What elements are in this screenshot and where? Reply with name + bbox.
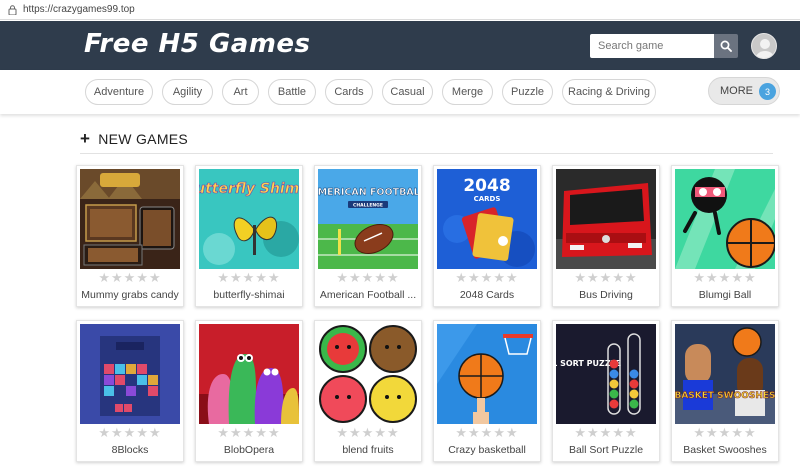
category-merge[interactable]: Merge xyxy=(442,79,493,105)
game-card[interactable]: ★★★★★ Mummy grabs candy xyxy=(76,165,184,307)
thumb-title: BASKET SWOOSHES xyxy=(675,391,775,401)
rating-stars: ★★★★★ xyxy=(455,270,519,285)
category-racing-driving[interactable]: Racing & Driving xyxy=(562,79,656,105)
more-label: MORE xyxy=(720,85,753,97)
game-name[interactable]: butterfly-shimai xyxy=(199,289,299,301)
plus-icon: + xyxy=(80,129,91,148)
game-card[interactable]: ★★★★★ Crazy basketball xyxy=(433,320,541,462)
rating-stars: ★★★★★ xyxy=(98,270,162,285)
game-card[interactable]: ★★★★★ Bus Driving xyxy=(552,165,660,307)
rating-stars: ★★★★★ xyxy=(574,270,638,285)
game-thumbnail[interactable] xyxy=(80,324,180,424)
game-card[interactable]: Butterfly Shimai ★★★★★ butterfly-shimai xyxy=(195,165,303,307)
section-title: NEW GAMES xyxy=(98,131,189,147)
section-header: + NEW GAMES xyxy=(80,129,189,148)
category-adventure[interactable]: Adventure xyxy=(85,79,153,105)
game-name[interactable]: Mummy grabs candy xyxy=(80,289,180,301)
game-card[interactable]: BALL SORT PUZZLE ★★★★★ Ball Sort Puzzle xyxy=(552,320,660,462)
rating-stars: ★★★★★ xyxy=(693,425,757,440)
game-name[interactable]: 8Blocks xyxy=(80,444,180,456)
game-thumbnail[interactable]: BALL SORT PUZZLE xyxy=(556,324,656,424)
site-logo[interactable]: Free H5 Games xyxy=(84,29,311,59)
thumb-title: AMERICAN FOOTBALL xyxy=(318,187,418,198)
game-name[interactable]: Blumgi Ball xyxy=(675,289,775,301)
game-name[interactable]: 2048 Cards xyxy=(437,289,537,301)
thumb-subtitle: CARDS xyxy=(474,195,501,203)
rating-stars: ★★★★★ xyxy=(336,425,400,440)
game-name[interactable]: BlobOpera xyxy=(199,444,299,456)
category-casual[interactable]: Casual xyxy=(382,79,433,105)
rating-stars: ★★★★★ xyxy=(98,425,162,440)
site-header: Free H5 Games xyxy=(0,21,800,70)
more-button[interactable]: MORE 3 xyxy=(708,77,780,105)
thumb-subtitle: CHALLENGE xyxy=(353,203,383,209)
game-thumbnail[interactable]: BASKET SWOOSHES xyxy=(675,324,775,424)
game-name[interactable]: Crazy basketball xyxy=(437,444,537,456)
game-thumbnail[interactable]: Butterfly Shimai xyxy=(199,169,299,269)
game-card[interactable]: ★★★★★ BlobOpera xyxy=(195,320,303,462)
game-thumbnail[interactable] xyxy=(318,324,418,424)
user-avatar[interactable] xyxy=(751,33,777,59)
game-card[interactable]: ★★★★★ 8Blocks xyxy=(76,320,184,462)
section-divider xyxy=(80,153,773,154)
category-puzzle[interactable]: Puzzle xyxy=(502,79,553,105)
game-thumbnail[interactable] xyxy=(437,324,537,424)
game-name[interactable]: Ball Sort Puzzle xyxy=(556,444,656,456)
address-bar[interactable]: https://crazygames99.top xyxy=(0,0,800,20)
search-button[interactable] xyxy=(714,34,738,58)
category-cards[interactable]: Cards xyxy=(325,79,373,105)
search-box xyxy=(590,34,738,58)
game-card[interactable]: ★★★★★ blend fruits xyxy=(314,320,422,462)
game-name[interactable]: Bus Driving xyxy=(556,289,656,301)
search-input[interactable] xyxy=(590,34,714,58)
rating-stars: ★★★★★ xyxy=(217,425,281,440)
game-thumbnail[interactable] xyxy=(675,169,775,269)
game-thumbnail[interactable] xyxy=(80,169,180,269)
game-card[interactable]: ★★★★★ Blumgi Ball xyxy=(671,165,779,307)
category-agility[interactable]: Agility xyxy=(162,79,213,105)
thumb-title: 2048 xyxy=(463,176,510,196)
game-card[interactable]: AMERICAN FOOTBALL CHALLENGE ★★★★★ Americ… xyxy=(314,165,422,307)
game-name[interactable]: American Football ... xyxy=(318,289,418,301)
game-thumbnail[interactable] xyxy=(556,169,656,269)
game-name[interactable]: blend fruits xyxy=(318,444,418,456)
game-card[interactable]: 2048 CARDS ★★★★★ 2048 Cards xyxy=(433,165,541,307)
user-icon xyxy=(756,39,774,58)
search-icon xyxy=(720,40,732,52)
category-bar: Adventure Agility Art Battle Cards Casua… xyxy=(0,70,800,114)
thumb-title: Butterfly Shimai xyxy=(199,181,299,197)
game-thumbnail[interactable]: 2048 CARDS xyxy=(437,169,537,269)
game-name[interactable]: Basket Swooshes xyxy=(675,444,775,456)
game-thumbnail[interactable] xyxy=(199,324,299,424)
game-thumbnail[interactable]: AMERICAN FOOTBALL CHALLENGE xyxy=(318,169,418,269)
category-art[interactable]: Art xyxy=(222,79,259,105)
game-card[interactable]: BASKET SWOOSHES ★★★★★ Basket Swooshes xyxy=(671,320,779,462)
rating-stars: ★★★★★ xyxy=(693,270,757,285)
url-text: https://crazygames99.top xyxy=(23,4,135,15)
rating-stars: ★★★★★ xyxy=(455,425,519,440)
lock-icon xyxy=(8,4,17,15)
category-battle[interactable]: Battle xyxy=(268,79,316,105)
rating-stars: ★★★★★ xyxy=(217,270,281,285)
more-count-badge: 3 xyxy=(759,83,776,100)
rating-stars: ★★★★★ xyxy=(336,270,400,285)
rating-stars: ★★★★★ xyxy=(574,425,638,440)
